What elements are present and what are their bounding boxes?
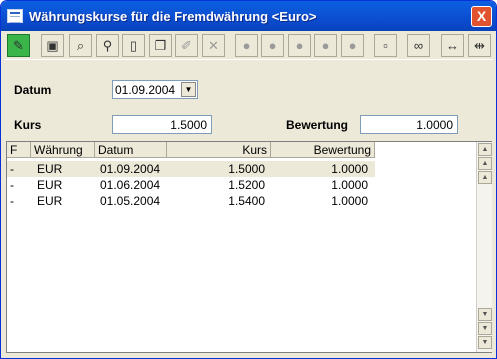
pen-icon: ✎ [13,37,24,53]
column-header-datum[interactable]: Datum [95,142,167,158]
binoculars-icon: ⌕ [76,37,85,53]
cell-bewertung: 1.0000 [331,162,368,176]
cell-waehrung: EUR [37,162,63,176]
floppy-disk-icon: ▣ [46,37,59,53]
bomb-4-button[interactable]: ● [314,34,337,57]
edit-pen-button[interactable]: ✎ [7,34,30,57]
link-button[interactable]: ∞ [407,34,430,57]
cell-f: - [10,178,14,192]
cell-waehrung: EUR [37,194,63,208]
cell-datum: 01.06.2004 [100,178,161,192]
cell-bewertung: 1.0000 [331,194,368,208]
collapse-arrows-icon: ⇹ [474,37,485,53]
bomb-5-button[interactable]: ● [341,34,364,57]
table-row[interactable]: - EUR 01.09.2004 1.5000 1.0000 [7,161,375,177]
expand-arrows-icon: ↔ [446,38,459,53]
rates-table[interactable]: F Währung Datum Kurs Bewertung - EUR 01.… [6,141,492,353]
datum-label: Datum [14,83,52,97]
new-document-button[interactable]: ▯ [122,34,145,57]
pencil-icon: ✐ [181,37,192,53]
cell-f: - [10,194,14,208]
find-button[interactable]: ⌕ [69,34,92,57]
copy-record-button[interactable]: ❐ [149,34,172,57]
scroll-page-up-icon[interactable]: ▲ [478,157,492,170]
cell-f: - [10,162,14,176]
vertical-scrollbar[interactable]: ▲ ▲ ▲ ▼ ▼ ▼ [476,142,492,352]
cell-kurs: 1.5000 [228,162,265,176]
column-header-f[interactable]: F [7,142,31,158]
bomb-icon: ● [268,38,277,53]
bomb-icon: ● [242,38,251,53]
bomb-1-button[interactable]: ● [235,34,258,57]
cell-waehrung: EUR [37,178,63,192]
title-bar[interactable]: Währungskurse für die Fremdwährung <Euro… [1,1,496,31]
kurs-label: Kurs [14,118,42,132]
cross-icon: ✕ [208,37,219,53]
bomb-2-button[interactable]: ● [261,34,284,57]
table-row[interactable]: - EUR 01.05.2004 1.5400 1.0000 [7,193,375,209]
copy-icon: ❐ [154,37,167,53]
column-header-waehrung[interactable]: Währung [31,142,95,158]
bewertung-input[interactable]: 1.0000 [360,115,458,134]
bomb-icon: ● [348,38,357,53]
chain-link-icon: ∞ [413,38,424,53]
document-icon: ▯ [129,37,138,53]
expand-columns-button[interactable]: ↔ [441,34,464,57]
table-row[interactable]: - EUR 01.06.2004 1.5200 1.0000 [7,177,375,193]
cell-kurs: 1.5200 [228,178,265,192]
bomb-icon: ● [295,38,304,53]
scroll-top-icon[interactable]: ▲ [478,143,492,156]
column-header-bewertung[interactable]: Bewertung [271,142,375,158]
save-button[interactable]: ▣ [41,34,64,57]
edit-record-button[interactable]: ✐ [175,34,198,57]
cell-datum: 01.05.2004 [100,194,161,208]
scroll-bottom-icon[interactable]: ▼ [478,336,492,349]
kurs-input[interactable]: 1.5000 [112,115,212,134]
column-header-kurs[interactable]: Kurs [167,142,271,158]
cell-kurs: 1.5400 [228,194,265,208]
magnifier-icon: ⚲ [102,37,113,53]
bomb-3-button[interactable]: ● [288,34,311,57]
delete-button[interactable]: ✕ [202,34,225,57]
scroll-up-icon[interactable]: ▲ [478,171,492,184]
minimize-icon: ▫ [383,38,388,53]
minimize-panel-button[interactable]: ▫ [374,34,397,57]
bewertung-label: Bewertung [286,118,349,132]
application-icon [7,9,23,23]
datum-value: 01.09.2004 [115,83,176,97]
close-button[interactable]: X [471,6,492,27]
scroll-page-down-icon[interactable]: ▼ [478,322,492,335]
datum-dropdown[interactable]: 01.09.2004 ▼ [112,80,198,99]
chevron-down-icon[interactable]: ▼ [181,82,196,97]
cell-bewertung: 1.0000 [331,178,368,192]
bomb-icon: ● [321,38,330,53]
collapse-columns-button[interactable]: ⇹ [468,34,491,57]
scroll-down-icon[interactable]: ▼ [478,308,492,321]
exchange-rate-window: Währungskurse für die Fremdwährung <Euro… [0,0,497,359]
window-title: Währungskurse für die Fremdwährung <Euro… [29,9,317,24]
toolbar: ✎ ▣ ⌕ ⚲ ▯ ❐ ✐ ✕ ● ● ● ● ● ▫ ∞ ↔ ⇹ [4,32,493,60]
cell-datum: 01.09.2004 [100,162,161,176]
search-button[interactable]: ⚲ [96,34,119,57]
